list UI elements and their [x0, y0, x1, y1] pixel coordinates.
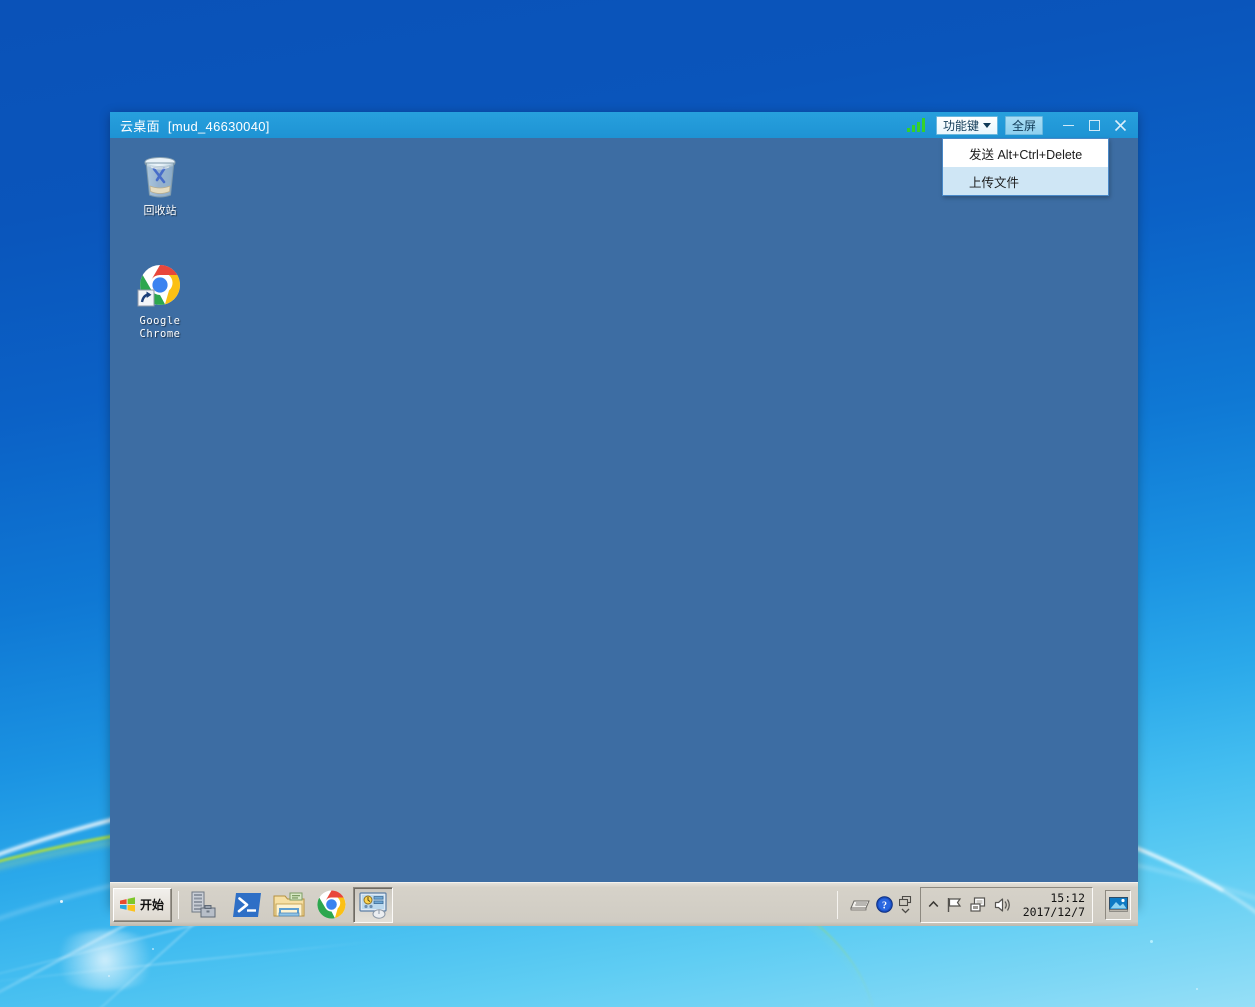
wallpaper-glow	[45, 930, 165, 990]
chevron-up-icon	[928, 900, 939, 908]
system-tray: 15:12 2017/12/7	[919, 886, 1093, 923]
desktop-icon-label: Google Chrome	[122, 315, 198, 341]
menu-item-upload-file[interactable]: 上传文件	[943, 167, 1108, 195]
svg-text:?: ?	[882, 900, 887, 911]
function-key-dropdown-menu: 发送 Alt+Ctrl+Delete 上传文件	[942, 138, 1109, 196]
tray-icon-help[interactable]: ?	[875, 896, 893, 913]
taskbar-separator	[836, 890, 838, 919]
clock-time: 15:12	[1050, 890, 1085, 905]
network-monitor-icon	[970, 896, 985, 912]
chevron-down-icon	[982, 122, 991, 128]
recycle-bin-icon	[122, 153, 198, 201]
help-question-icon: ?	[875, 896, 893, 913]
wallpaper-sparkle	[152, 948, 154, 950]
clock-date: 2017/12/7	[1022, 904, 1085, 919]
window-title: 云桌面 [mud_46630040]	[120, 116, 270, 135]
desktop-icon-label-line1: Google	[139, 315, 181, 327]
close-icon	[1114, 119, 1126, 131]
control-panel-icon	[359, 891, 387, 919]
desktop-icon-recycle-bin[interactable]: 回收站	[122, 153, 198, 218]
taskbar-item-server-manager[interactable]	[185, 887, 225, 923]
function-key-label: 功能键	[942, 118, 979, 133]
remote-desktop-canvas[interactable]: 回收站 Google Chrome	[110, 138, 1138, 882]
show-desktop-button[interactable]	[1105, 889, 1131, 920]
chrome-icon	[122, 263, 198, 311]
fullscreen-label: 全屏	[1011, 118, 1036, 133]
taskbar-item-google-chrome[interactable]	[311, 887, 351, 923]
chrome-icon	[316, 890, 346, 919]
taskbar-notification-area: ? 15:12 2017/12/7	[831, 886, 1135, 923]
taskbar-clock[interactable]: 15:12 2017/12/7	[1023, 891, 1085, 919]
tray-icon-volume[interactable]	[994, 897, 1012, 913]
tray-show-hidden-icons[interactable]	[928, 899, 939, 910]
flag-icon	[947, 897, 961, 912]
cascade-windows-icon	[898, 895, 911, 906]
tray-icon-action-center[interactable]	[946, 897, 963, 913]
window-controls	[1056, 114, 1132, 136]
windows-logo-icon	[120, 897, 135, 912]
window-title-name: 云桌面	[120, 118, 160, 134]
wallpaper-sparkle	[108, 975, 110, 977]
server-manager-icon	[191, 891, 216, 917]
minimize-button[interactable]	[1056, 114, 1080, 136]
powershell-icon	[233, 892, 262, 917]
close-button[interactable]	[1108, 114, 1132, 136]
wallpaper-sparkle	[1196, 988, 1198, 990]
signal-bars-icon	[906, 118, 925, 132]
taskbar-item-powershell[interactable]	[227, 887, 267, 923]
cloud-desktop-window: 云桌面 [mud_46630040] 功能键 全屏 发送 Alt+Ctrl+De…	[110, 112, 1138, 926]
chevron-down-icon	[901, 908, 910, 913]
window-title-id: [mud_46630040]	[167, 118, 270, 134]
window-titlebar[interactable]: 云桌面 [mud_46630040] 功能键 全屏	[110, 112, 1138, 138]
speaker-icon	[994, 897, 1010, 912]
tray-icon-cascade-windows[interactable]	[898, 895, 912, 914]
maximize-button[interactable]	[1082, 114, 1106, 136]
remote-taskbar: 开始 ? 15:12 2017/12/7	[110, 882, 1138, 926]
desktop-icon-google-chrome[interactable]: Google Chrome	[122, 263, 198, 341]
keyboard-icon	[849, 900, 870, 911]
show-desktop-icon	[1108, 897, 1128, 912]
start-button[interactable]: 开始	[113, 887, 173, 922]
start-button-label: 开始	[140, 898, 165, 912]
desktop-icon-label: 回收站	[143, 205, 177, 217]
tray-icon-network[interactable]	[970, 896, 987, 913]
tray-icon-keyboard[interactable]	[849, 897, 870, 912]
function-key-button[interactable]: 功能键	[935, 115, 998, 135]
taskbar-separator	[178, 890, 180, 919]
taskbar-item-control-panel[interactable]	[353, 886, 394, 923]
wallpaper-sparkle	[1150, 940, 1153, 943]
titlebar-controls: 功能键 全屏	[906, 112, 1138, 138]
taskbar-item-file-explorer[interactable]	[269, 887, 309, 923]
wallpaper-sparkle	[60, 900, 63, 903]
fullscreen-button[interactable]: 全屏	[1004, 115, 1043, 135]
menu-item-send-ctrl-alt-del[interactable]: 发送 Alt+Ctrl+Delete	[943, 139, 1108, 167]
desktop-icon-label-line2: Chrome	[139, 328, 181, 340]
folder-explorer-icon	[273, 892, 305, 916]
